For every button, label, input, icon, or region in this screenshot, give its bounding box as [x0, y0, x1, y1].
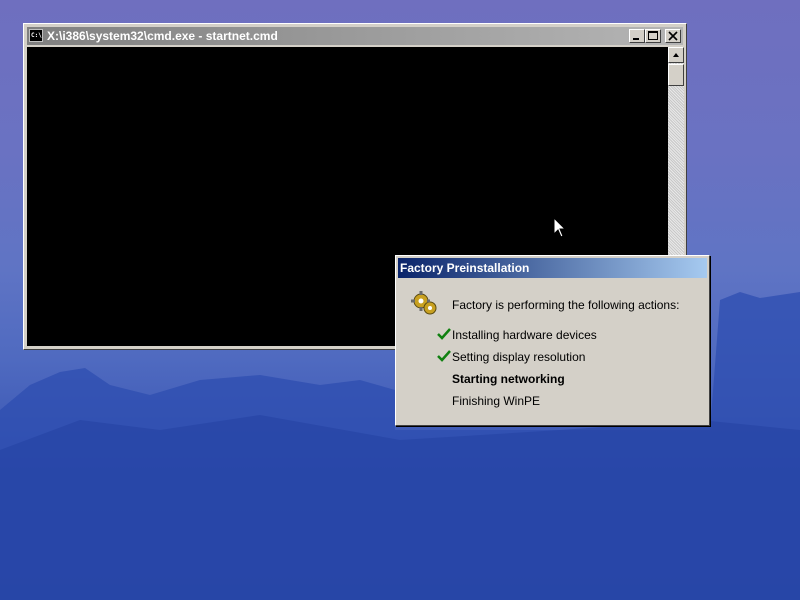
dialog-message: Factory is performing the following acti… [452, 298, 680, 312]
action-item: Finishing WinPE [452, 394, 541, 408]
close-button[interactable] [665, 29, 681, 43]
scroll-up-button[interactable] [668, 47, 684, 63]
dialog-title-bar[interactable]: Factory Preinstallation [398, 258, 707, 278]
factory-preinstallation-dialog[interactable]: Factory Preinstallation Factory is perfo… [395, 255, 710, 426]
cmd-title-bar[interactable]: C:\ X:\i386\system32\cmd.exe - startnet.… [27, 27, 683, 45]
checkmark-icon [437, 350, 451, 362]
action-item: Setting display resolution [452, 350, 586, 364]
action-item-current: Starting networking [452, 372, 565, 386]
action-item: Installing hardware devices [452, 328, 597, 342]
dialog-title-text: Factory Preinstallation [400, 261, 530, 275]
maximize-button[interactable] [645, 29, 661, 43]
minimize-icon [633, 38, 639, 40]
gears-icon [411, 291, 437, 315]
close-icon [668, 31, 678, 41]
arrow-up-icon [673, 53, 679, 57]
cmd-app-icon[interactable]: C:\ [29, 29, 43, 42]
mouse-cursor-icon [553, 217, 567, 238]
cmd-title-text: X:\i386\system32\cmd.exe - startnet.cmd [47, 29, 278, 43]
maximize-icon [648, 31, 658, 40]
checkmark-icon [437, 328, 451, 340]
scroll-thumb[interactable] [668, 64, 684, 86]
minimize-button[interactable] [629, 29, 645, 43]
